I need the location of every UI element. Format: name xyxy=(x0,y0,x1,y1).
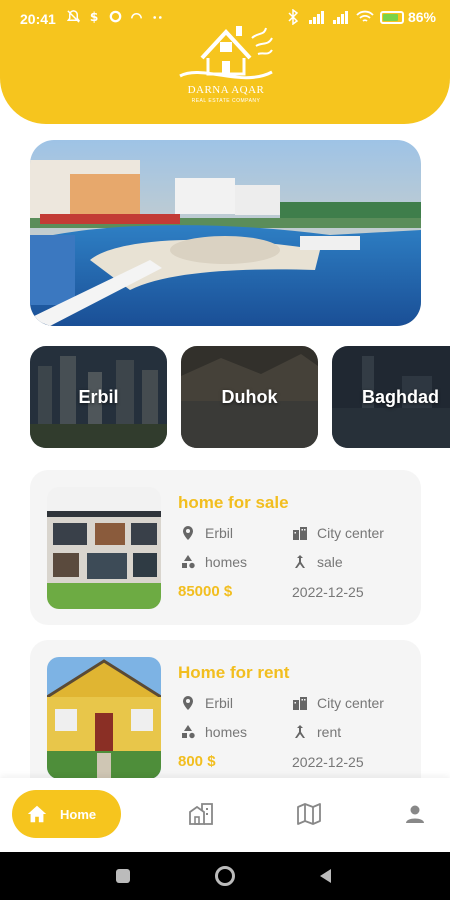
listing-category: homes xyxy=(205,554,248,570)
battery-percent: 86% xyxy=(407,9,436,25)
category-icon xyxy=(182,725,195,739)
listing-card[interactable]: Home for rent Erbil City center homes re… xyxy=(30,640,421,795)
listing-date: 2022-12-25 xyxy=(292,754,364,770)
merge-arrow-icon xyxy=(295,725,305,738)
company-logo: DARNA AQAR REAL ESTATE COMPANY xyxy=(172,18,280,108)
system-home-button[interactable] xyxy=(214,865,236,887)
square-icon xyxy=(116,869,130,883)
listing-city: Erbil xyxy=(205,525,234,541)
battery-fill xyxy=(382,13,398,21)
battery-icon xyxy=(379,10,404,24)
listing-title: home for sale xyxy=(178,493,289,512)
listing-price: 85000 $ xyxy=(178,583,233,600)
listing-price: 800 $ xyxy=(178,753,216,770)
nav-home-label: Home xyxy=(60,806,97,822)
muted-bell-icon xyxy=(66,10,81,23)
wifi-icon xyxy=(356,10,374,22)
category-icon xyxy=(182,555,195,569)
map-icon xyxy=(297,803,321,825)
listing-type: rent xyxy=(317,724,342,740)
system-navigation-bar xyxy=(0,852,450,900)
city-card-duhok[interactable]: Duhok xyxy=(181,346,318,448)
buildings-icon xyxy=(293,697,307,710)
cities-carousel[interactable]: Erbil Duhok Baghdad xyxy=(30,346,450,448)
house-logo-icon xyxy=(179,26,273,80)
home-icon xyxy=(27,805,47,823)
nav-profile-button[interactable] xyxy=(402,802,428,826)
listing-title: Home for rent xyxy=(178,663,290,682)
profile-icon xyxy=(406,805,424,823)
recents-button[interactable] xyxy=(113,866,133,886)
listing-type: sale xyxy=(317,554,343,570)
nav-home-button[interactable]: Home xyxy=(12,790,121,838)
signal-icon xyxy=(308,11,324,24)
listing-date: 2022-12-25 xyxy=(292,584,364,600)
listing-image xyxy=(47,657,161,779)
circle-home-icon xyxy=(215,866,235,886)
circle-status-icon xyxy=(109,10,122,23)
city-label: Baghdad xyxy=(361,386,439,407)
logo-name: DARNA AQAR xyxy=(187,84,265,96)
listing-image xyxy=(47,487,161,609)
listing-category: homes xyxy=(205,724,248,740)
city-label: Duhok xyxy=(221,386,278,407)
svg-text:$: $ xyxy=(90,10,98,24)
app-screen: 20:41 $ 86% DARNA AQAR REAL ESTATE COMPA… xyxy=(0,0,450,900)
swirl-icon xyxy=(131,13,142,19)
city-label: Erbil xyxy=(78,386,119,407)
hero-banner-image[interactable] xyxy=(30,140,421,326)
more-dots-icon xyxy=(153,16,162,19)
bottom-navigation: Home xyxy=(0,778,450,852)
back-triangle-icon xyxy=(320,869,331,883)
location-pin-icon xyxy=(183,526,193,540)
logo-tagline: REAL ESTATE COMPANY xyxy=(191,98,261,104)
city-card-baghdad[interactable]: Baghdad xyxy=(332,346,450,448)
listing-card[interactable]: home for sale Erbil City center homes sa… xyxy=(30,470,421,625)
listing-area: City center xyxy=(317,525,384,541)
city-card-erbil[interactable]: Erbil xyxy=(30,346,167,448)
signal-icon-2 xyxy=(332,11,348,24)
buildings-icon xyxy=(293,527,307,540)
nav-properties-button[interactable] xyxy=(188,802,214,826)
merge-arrow-icon xyxy=(295,555,305,568)
buildings-icon xyxy=(189,803,213,825)
status-time: 20:41 xyxy=(20,11,56,27)
sim-icon: $ xyxy=(90,10,98,24)
listing-area: City center xyxy=(317,695,384,711)
battery: 86% xyxy=(379,9,436,25)
location-pin-icon xyxy=(183,696,193,710)
bluetooth-icon xyxy=(288,9,299,25)
nav-map-button[interactable] xyxy=(296,802,322,826)
header: 20:41 $ 86% DARNA AQAR REAL ESTATE COMPA… xyxy=(0,0,450,124)
listing-city: Erbil xyxy=(205,695,234,711)
back-button[interactable] xyxy=(316,866,336,886)
